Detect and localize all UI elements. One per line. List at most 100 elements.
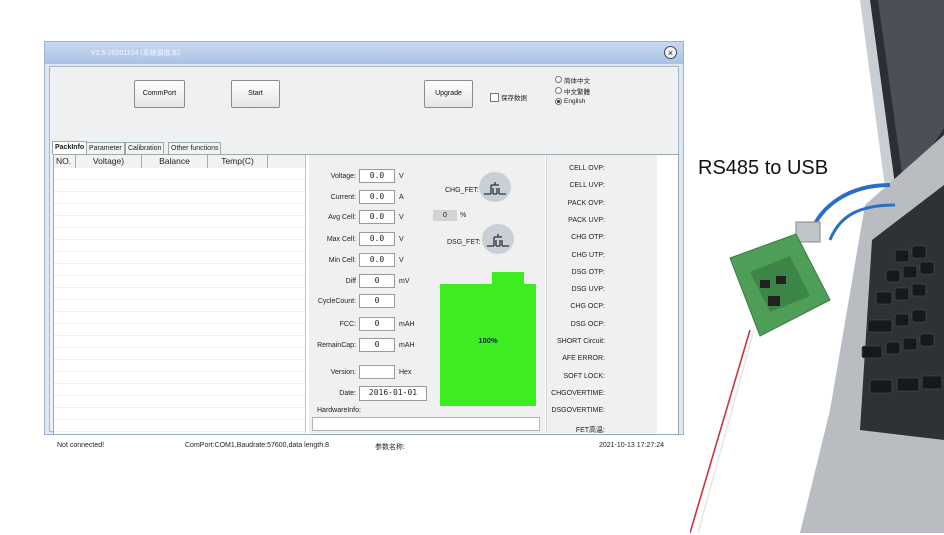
min-cell-value: 0.0 [359, 253, 395, 267]
connection-status: Not connected! [57, 442, 105, 449]
battery-terminal [492, 272, 524, 284]
min-cell-label: Min Cell: [328, 257, 356, 264]
protection-status-panel: CELL OVP: CELL UVP: PACK OVP: PACK UVP: CHG … [546, 155, 657, 434]
hardware-info-field [312, 417, 540, 431]
soc-unit: % [460, 212, 467, 219]
column-header-temp: Temp(C) [208, 155, 268, 168]
language-option-english[interactable]: English [555, 96, 590, 107]
cell-table-body[interactable] [54, 168, 305, 433]
status-bar: Not connected! ComPort:COM1,Baudrate:576… [54, 437, 684, 453]
battery-level-indicator: 100% [440, 284, 536, 406]
protection-label: DSG OTP: [571, 268, 605, 276]
pack-info-panel: Voltage: 0.0 V Current: 0.0 A Avg Cell: … [309, 155, 545, 433]
fcc-label: FCC: [339, 321, 356, 328]
client-area: CommPort Start Upgrade 保存数据 简体中文 中文繁體 En… [49, 66, 679, 451]
hardware-info-label: HardwareInfo: [317, 407, 361, 414]
diff-unit: mV [399, 278, 410, 285]
avg-cell-label: Avg Cell: [328, 214, 356, 221]
current-value: 0.0 [359, 190, 395, 204]
voltage-unit: V [399, 173, 404, 180]
protection-label: FET高温: [575, 426, 605, 434]
language-radio-group: 简体中文 中文繁體 English [555, 74, 590, 107]
param-name-label: 参数名称: [375, 444, 405, 451]
dsg-fet-mosfet-icon [482, 224, 514, 254]
voltage-label: Voltage: [330, 173, 356, 180]
version-value [359, 365, 395, 379]
cell-table: NO. Voltage) Balance Temp(C) [54, 155, 306, 433]
cycle-count-label: CycleCount: [317, 298, 356, 305]
version-unit: Hex [399, 369, 412, 376]
port-info: ComPort:COM1,Baudrate:57600,data length:… [185, 442, 329, 449]
cycle-count-value: 0 [359, 294, 395, 308]
caption-rs485-to-usb: RS485 to USB [698, 157, 829, 179]
hardware-photo [689, 0, 944, 534]
protection-label: DSG OCP: [570, 320, 605, 328]
save-data-option[interactable]: 保存数据 [490, 92, 527, 102]
current-unit: A [399, 194, 404, 201]
soc-value: 0 [433, 210, 457, 221]
voltage-value: 0.0 [359, 169, 395, 183]
fcc-value: 0 [359, 317, 395, 331]
remain-cap-unit: mAH [399, 342, 415, 349]
protection-label: SOFT LOCK: [563, 372, 606, 380]
chg-fet-label: CHG_FET: [445, 187, 479, 194]
battery-percent: 100% [478, 336, 498, 345]
min-cell-unit: V [399, 257, 404, 264]
tab-other-functions[interactable]: Other functions [168, 142, 222, 154]
current-label: Current: [330, 194, 356, 201]
avg-cell-value: 0.0 [359, 210, 395, 224]
radio-icon[interactable] [555, 87, 562, 94]
remain-cap-label: RemainCap: [317, 342, 356, 349]
protection-label: SHORT Circuit: [557, 338, 605, 345]
protection-label: DSGOVERTIME: [551, 407, 605, 415]
language-label: English [564, 98, 586, 105]
protection-label: AFE ERROR: [562, 355, 605, 363]
commport-button[interactable]: CommPort [134, 80, 185, 108]
protection-label: CELL OVP: [569, 165, 605, 172]
radio-icon[interactable] [555, 76, 562, 83]
title-bar: V2.5-20201104 (系统调度本) × [45, 42, 683, 64]
protection-label: DSG UVP: [571, 286, 605, 294]
laptop-and-module-illustration [689, 0, 944, 534]
diff-value: 0 [359, 274, 395, 288]
language-label: 中文繁體 [564, 88, 590, 96]
remain-cap-value: 0 [359, 338, 395, 352]
language-option-simplified[interactable]: 简体中文 [555, 74, 590, 85]
language-label: 简体中文 [564, 77, 590, 85]
dsg-fet-label: DSG_FET: [447, 239, 481, 246]
language-option-traditional[interactable]: 中文繁體 [555, 85, 590, 96]
column-header-blank [268, 155, 305, 168]
radio-selected-icon[interactable] [555, 98, 562, 105]
protection-label: CELL UVP: [569, 182, 605, 190]
tab-parameter[interactable]: Parameter [86, 142, 125, 154]
protection-label: PACK OVP: [567, 199, 605, 207]
version-label: Version: [330, 369, 356, 376]
column-header-no: NO. [54, 155, 76, 168]
tab-packinfo[interactable]: PackInfo [52, 141, 88, 154]
upgrade-button[interactable]: Upgrade [424, 80, 473, 108]
save-data-checkbox[interactable] [490, 92, 499, 102]
column-header-balance: Balance [142, 155, 208, 168]
fcc-unit: mAH [399, 321, 415, 328]
chg-fet-mosfet-icon [479, 172, 511, 202]
protection-label: CHG OCP: [570, 303, 605, 311]
cell-table-header: NO. Voltage) Balance Temp(C) [54, 155, 305, 169]
tab-calibration[interactable]: Calibration [125, 142, 165, 154]
close-icon[interactable]: × [664, 46, 677, 59]
status-datetime: 2021-10-13 17:27:24 [599, 442, 664, 449]
date-label: Date: [339, 390, 356, 397]
max-cell-label: Max Cell: [326, 236, 356, 243]
column-header-voltage: Voltage) [76, 155, 142, 168]
bms-app-window: V2.5-20201104 (系统调度本) × CommPort Start U… [44, 41, 684, 451]
save-data-label: 保存数据 [501, 95, 527, 102]
protection-label: PACK UVP: [568, 216, 605, 224]
protection-label: CHG OTP: [571, 234, 605, 242]
diff-label: Diff [345, 278, 356, 285]
start-button[interactable]: Start [231, 80, 280, 108]
window-title: V2.5-20201104 (系统调度本) [91, 50, 180, 57]
max-cell-unit: V [399, 236, 404, 243]
protection-label: CHGOVERTIME: [551, 389, 605, 397]
avg-cell-unit: V [399, 214, 404, 221]
date-value: 2016-01-01 [359, 386, 427, 401]
max-cell-value: 0.0 [359, 232, 395, 246]
